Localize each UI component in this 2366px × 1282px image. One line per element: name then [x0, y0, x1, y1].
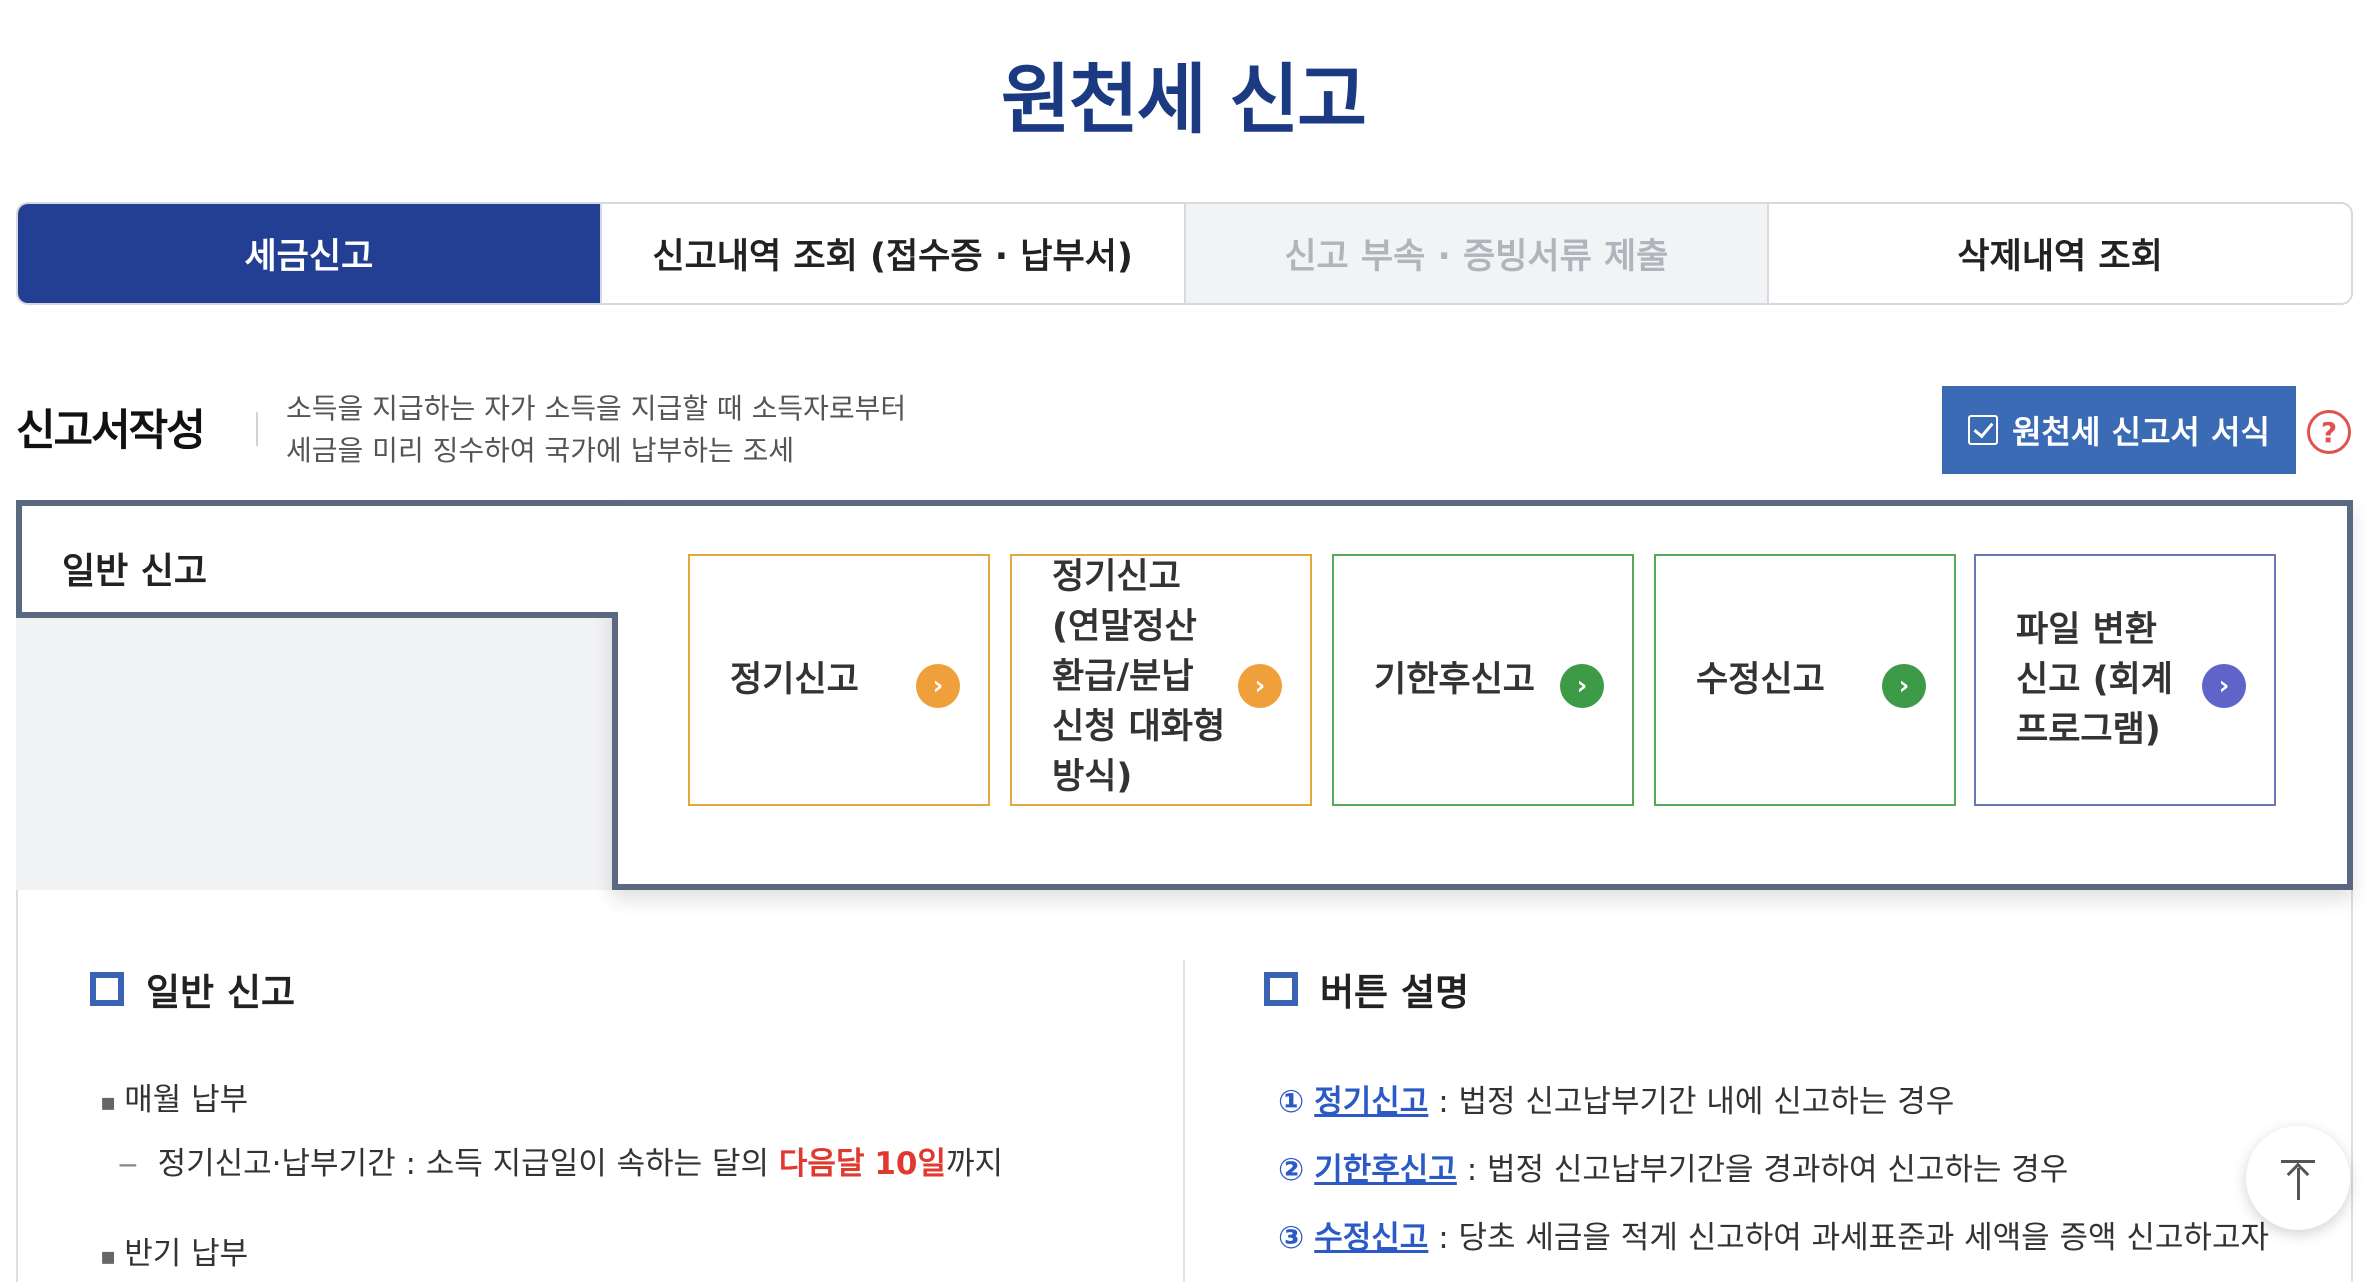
list-item: 매월 납부	[100, 1074, 248, 1119]
option-file-conversion[interactable]: 파일 변환 신고 (회계프로그램) ›	[1974, 554, 2276, 806]
chevron-right-icon: ›	[916, 664, 960, 708]
sub-text: 정기신고·납부기간 : 소득 지급일이 속하는 달의	[157, 1146, 779, 1182]
option-amended-filing[interactable]: 수정신고 ›	[1654, 554, 1956, 806]
page-title: 원천세 신고	[1000, 55, 1367, 144]
side-area	[16, 610, 616, 890]
list-item-sub: 정기신고·납부기간 : 소득 지급일이 속하는 달의 다음달 10일까지	[118, 1138, 1003, 1183]
option-late-filing[interactable]: 기한후신고 ›	[1332, 554, 1634, 806]
option-label: 정기신고	[730, 660, 859, 700]
section-title: 신고서작성	[16, 406, 206, 456]
tab-deleted-history[interactable]: 삭제내역 조회	[1769, 204, 2351, 303]
help-icon[interactable]: ?	[2307, 410, 2351, 454]
heading-text: 버튼 설명	[1320, 971, 1470, 1014]
column-divider	[1183, 960, 1185, 1282]
term-amended: 수정신고	[1314, 1220, 1429, 1256]
arrow-stem	[2296, 1168, 2300, 1200]
form-template-label: 원천세 신고서 서식	[2012, 413, 2270, 451]
row-number: ②	[1278, 1152, 1305, 1188]
form-template-button[interactable]: 원천세 신고서 서식	[1942, 386, 2296, 474]
tab-joint	[612, 506, 620, 612]
term-regular: 정기신고	[1314, 1084, 1429, 1120]
description-row: ③ 수정신고 : 당초 세금을 적게 신고하여 과세표준과 세액을 증액 신고하고…	[1278, 1212, 2278, 1257]
side-tab-label: 일반 신고	[62, 551, 208, 592]
button-description-heading: 버튼 설명	[1264, 962, 1469, 1016]
row-text: : 당초 세금을 적게 신고하여 과세표준과 세액을 증액 신고하고자 하는 경	[1438, 1220, 2278, 1256]
chevron-right-icon: ›	[1238, 664, 1282, 708]
heading-text: 일반 신고	[146, 971, 296, 1014]
desc-line-2: 세금을 미리 징수하여 국가에 납부하는 조세	[286, 434, 795, 467]
chevron-right-icon: ›	[1882, 664, 1926, 708]
chevron-right-icon: ›	[2202, 664, 2246, 708]
general-filing-heading: 일반 신고	[90, 962, 295, 1016]
square-bullet-icon	[90, 972, 134, 1016]
row-number: ①	[1278, 1084, 1305, 1120]
sub-text-suffix: 까지	[946, 1146, 1004, 1182]
description-row: ② 기한후신고 : 법정 신고납부기간을 경과하여 신고하는 경우	[1278, 1144, 2068, 1189]
tab-attachments[interactable]: 신고 부속 · 증빙서류 제출	[1185, 204, 1770, 303]
checkbox-icon	[1968, 415, 1999, 445]
option-regular-filing[interactable]: 정기신고 ›	[688, 554, 990, 806]
chevron-right-icon: ›	[1560, 664, 1604, 708]
option-label: 정기신고 (연말정산 환급/분납 신청 대화형 방식)	[1052, 557, 1226, 797]
side-tab-general[interactable]: 일반 신고	[16, 500, 616, 618]
row-text: : 법정 신고납부기간 내에 신고하는 경우	[1428, 1084, 1955, 1120]
scroll-top-button[interactable]	[2246, 1126, 2350, 1230]
square-bullet-icon	[1264, 972, 1308, 1016]
section-description: 소득을 지급하는 자가 소득을 지급할 때 소득자로부터 세금을 미리 징수하여…	[286, 388, 906, 472]
tab-filing-history[interactable]: 신고내역 조회 (접수증 · 납부서)	[602, 204, 1186, 303]
option-regular-filing-interactive[interactable]: 정기신고 (연말정산 환급/분납 신청 대화형 방식) ›	[1010, 554, 1312, 806]
section-divider	[256, 412, 258, 446]
row-text: : 법정 신고납부기간을 경과하여 신고하는 경우	[1456, 1152, 2069, 1188]
option-label: 수정신고	[1696, 660, 1825, 700]
option-label: 기한후신고	[1374, 660, 1536, 700]
row-number: ③	[1278, 1220, 1305, 1256]
highlight-10th: 10일	[874, 1146, 946, 1182]
desc-line-1: 소득을 지급하는 자가 소득을 지급할 때 소득자로부터	[286, 392, 907, 425]
term-late: 기한후신고	[1314, 1152, 1457, 1188]
highlight-next-month: 다음달	[778, 1146, 865, 1182]
main-tabs: 세금신고 신고내역 조회 (접수증 · 납부서) 신고 부속 · 증빙서류 제출…	[16, 202, 2353, 305]
option-label: 파일 변환 신고 (회계프로그램)	[2016, 610, 2173, 750]
list-item: 반기 납부	[100, 1228, 248, 1273]
tab-tax-filing[interactable]: 세금신고	[18, 204, 602, 303]
description-row: ① 정기신고 : 법정 신고납부기간 내에 신고하는 경우	[1278, 1076, 1954, 1121]
